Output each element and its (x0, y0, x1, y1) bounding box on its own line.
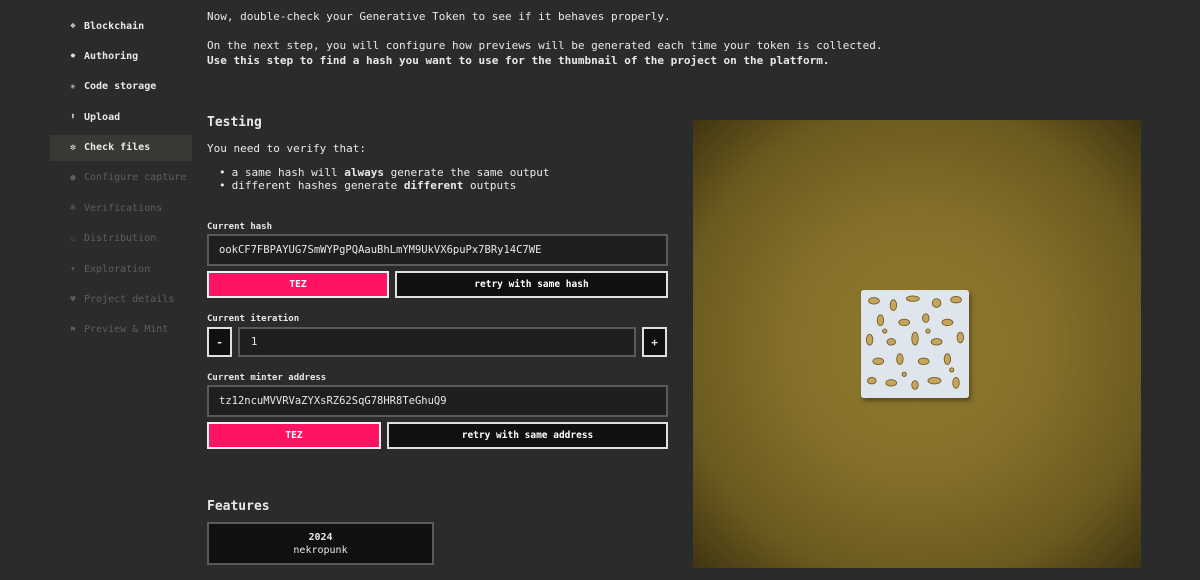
bullet-emphasis: different (403, 179, 464, 192)
list-item: different hashes generate different outp… (219, 179, 550, 192)
heart-icon: ♥ (70, 294, 76, 305)
feature-value: nekropunk (293, 544, 348, 556)
sidebar-item-label: Project details (84, 294, 175, 306)
steps-sidebar: ❖ Blockchain ✸ Authoring ✳ Code storage ⬆ Uploa… (50, 0, 192, 580)
sidebar-item-label: Distribution (84, 233, 157, 245)
artwork-tile (861, 290, 969, 398)
iteration-decrement-button[interactable]: - (207, 327, 232, 357)
iteration-increment-button[interactable]: + (642, 327, 667, 357)
testing-title: Testing (207, 115, 262, 130)
sidebar-item-blockchain[interactable]: ❖ Blockchain (50, 13, 192, 39)
steps-list: ❖ Blockchain ✸ Authoring ✳ Code storage ⬆ Uploa… (50, 13, 192, 347)
feature-card: 2024 nekropunk (207, 522, 434, 565)
token-preview (693, 120, 1141, 568)
artwork-pattern (861, 290, 969, 398)
bullet-emphasis: always (344, 166, 384, 179)
retry-same-hash-button[interactable]: retry with same hash (395, 271, 668, 298)
bullet-text: a same hash will (231, 166, 345, 179)
sidebar-item-label: Upload (84, 111, 121, 123)
verify-text: You need to verify that: (207, 142, 366, 155)
flag-icon: ⚑ (70, 324, 76, 335)
sidebar-item-configure-capture: ● Configure capture (50, 165, 192, 191)
sidebar-item-authoring[interactable]: ✸ Authoring (50, 43, 192, 69)
current-hash-field[interactable]: ookCF7FBPAYUG7SmWYPgPQAauBhLmYM9UkVX6puP… (207, 234, 668, 266)
sidebar-item-label: Blockchain (84, 20, 145, 32)
sparkle-icon: ✻ (70, 203, 76, 214)
intro-next-step-text: On the next step, you will configure how… (207, 39, 883, 52)
sidebar-item-project-details: ♥ Project details (50, 287, 192, 313)
list-item: a same hash will always generate the sam… (219, 166, 550, 179)
minter-address-field[interactable]: tz12ncuMVVRVaZYXsRZ62SqG78HR8TeGhuQ9 (207, 385, 668, 417)
sidebar-item-upload[interactable]: ⬆ Upload (50, 104, 192, 130)
sidebar-item-label: Check files (84, 142, 151, 154)
retry-same-address-button[interactable]: retry with same address (387, 422, 668, 449)
sidebar-item-code-storage[interactable]: ✳ Code storage (50, 74, 192, 100)
sidebar-item-label: Configure capture (84, 172, 187, 184)
snowflake-icon: ✳ (70, 81, 76, 92)
sidebar-item-check-files[interactable]: ✼ Check files (50, 134, 192, 161)
sidebar-item-distribution: ✩ Distribution (50, 226, 192, 252)
asterisk-icon: ✸ (70, 51, 76, 62)
circle-icon: ● (70, 172, 76, 183)
sidebar-item-label: Preview & Mint (84, 324, 169, 336)
upload-icon: ⬆ (70, 112, 76, 123)
intro-description: On the next step, you will configure how… (207, 38, 883, 68)
bullet-text: generate the same output (383, 166, 550, 179)
sidebar-item-verifications: ✻ Verifications (50, 195, 192, 221)
bullet-text: outputs (463, 179, 517, 192)
compass-icon: ✦ (70, 264, 76, 275)
intro-thumbnail-hint: Use this step to find a hash you want to… (207, 54, 830, 67)
current-hash-label: Current hash (207, 222, 273, 232)
sidebar-item-label: Code storage (84, 81, 157, 93)
new-hash-button[interactable]: TEZ (207, 271, 389, 298)
current-iteration-label: Current iteration (207, 314, 300, 324)
sidebar-item-label: Exploration (84, 263, 151, 275)
bullet-text: different hashes generate (231, 179, 404, 192)
sidebar-item-exploration: ✦ Exploration (50, 256, 192, 282)
features-title: Features (207, 499, 270, 514)
diamond-icon: ❖ (70, 21, 76, 31)
verify-list: a same hash will always generate the sam… (219, 166, 550, 192)
flower-icon: ✼ (70, 142, 76, 153)
sidebar-item-label: Authoring (84, 50, 139, 62)
feature-name: 2024 (308, 531, 333, 543)
iteration-input[interactable]: 1 (238, 327, 636, 357)
new-address-button[interactable]: TEZ (207, 422, 381, 449)
star-icon: ✩ (70, 233, 76, 244)
intro-text: Now, double-check your Generative Token … (207, 10, 671, 23)
sidebar-item-preview-mint: ⚑ Preview & Mint (50, 317, 192, 343)
sidebar-item-label: Verifications (84, 202, 163, 214)
current-minter-label: Current minter address (207, 373, 327, 383)
